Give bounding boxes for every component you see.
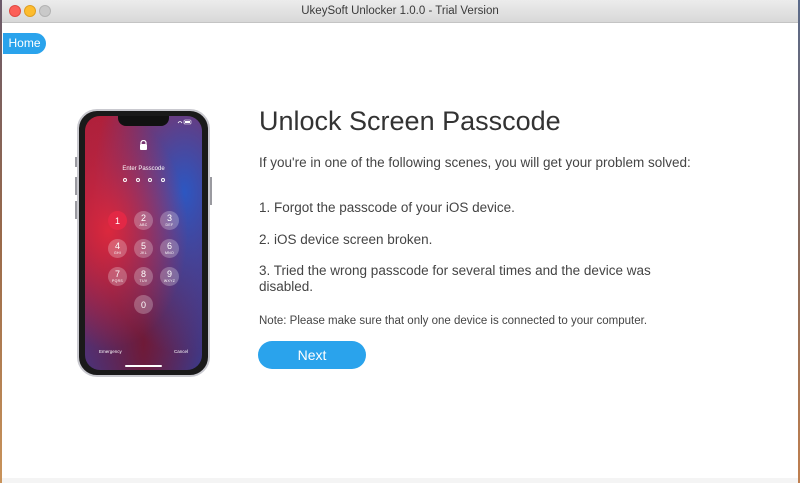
keypad-key-6: 6 MNO [160,239,179,258]
app-window: UkeySoft Unlocker 1.0.0 - Trial Version … [2,0,798,483]
phone-silent-switch [75,157,77,167]
phone-side-button [210,177,212,205]
passcode-dots [123,178,165,184]
keypad-key-5: 5 JKL [134,239,153,258]
page-title: Unlock Screen Passcode [259,106,561,136]
keypad-key-4: 4 GHI [108,239,127,258]
home-button[interactable]: Home [3,33,46,54]
passcode-dot [148,178,153,182]
title-bar: UkeySoft Unlocker 1.0.0 - Trial Version [2,0,798,23]
passcode-dot [123,178,127,182]
iphone-illustration: Enter Passcode 1 2 ABC 3 DEF 4 GHI 5 JKL 6 MN… [75,109,212,377]
wifi-battery-icon [177,119,193,127]
keypad-key-0: 0 [134,295,153,314]
keypad-key-8: 8 TUV [134,267,153,286]
scenario-item: 2. iOS device screen broken. [259,232,433,247]
passcode-prompt: Enter Passcode [122,166,165,172]
phone-volume-up [75,177,77,195]
keypad-key-7: 7 PQRS [108,267,127,286]
scenario-item: 1. Forgot the passcode of your iOS devic… [259,200,515,215]
passcode-dot [135,178,140,182]
phone-home-indicator [125,365,162,367]
keypad-key-9: 9 WXYZ [160,267,179,286]
phone-notch [118,116,169,126]
keypad-key-3: 3 DEF [160,211,179,230]
phone-volume-down [75,201,77,219]
keypad-key-1: 1 [108,211,127,230]
intro-text: If you're in one of the following scenes… [259,155,691,170]
lock-icon [139,137,148,150]
next-button[interactable]: Next [258,341,366,369]
phone-emergency-label: Emergency [99,349,122,354]
window-bottom-edge [2,478,798,483]
note-text: Note: Please make sure that only one dev… [259,315,648,327]
scenario-item: 3. Tried the wrong passcode for several … [259,263,651,294]
passcode-dot [160,178,165,182]
keypad-key-2: 2 ABC [134,211,153,230]
phone-lock-screen: Enter Passcode 1 2 ABC 3 DEF 4 GHI 5 JKL 6 MN… [85,116,202,370]
window-title: UkeySoft Unlocker 1.0.0 - Trial Version [301,5,499,17]
phone-cancel-label: Cancel [174,349,189,354]
